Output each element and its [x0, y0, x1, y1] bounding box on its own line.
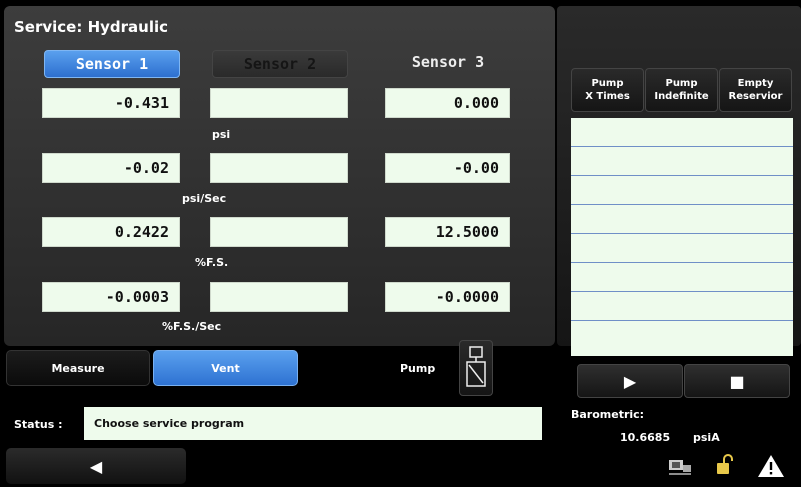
list-item[interactable] — [571, 205, 793, 234]
unit-label-psi-sec: psi/Sec — [182, 192, 227, 205]
pump-toggle[interactable] — [459, 340, 493, 396]
barometric-label: Barometric: — [571, 408, 645, 421]
unit-label-fs: %F.S. — [195, 256, 229, 269]
sensor3-fs-value: 12.5000 — [385, 217, 510, 247]
list-item[interactable] — [571, 263, 793, 292]
tab-sensor-2[interactable]: Sensor 2 — [212, 50, 348, 78]
sensor1-fs-rate-value: -0.0003 — [42, 282, 180, 312]
play-icon: ▶ — [623, 371, 637, 391]
page-title: Service: Hydraulic — [14, 18, 169, 36]
list-item[interactable] — [571, 147, 793, 176]
unit-label-psi: psi — [212, 128, 231, 141]
stop-icon: ■ — [729, 371, 745, 391]
list-item[interactable] — [571, 176, 793, 205]
pump-x-times-button[interactable]: Pump X Times — [571, 68, 644, 112]
sensor3-pressure-value: 0.000 — [385, 88, 510, 118]
unlocked-icon[interactable] — [714, 454, 734, 476]
back-arrow-icon: ◀ — [89, 456, 103, 476]
status-label: Status : — [14, 418, 63, 431]
pump-indefinite-button[interactable]: Pump Indefinite — [645, 68, 718, 112]
list-item[interactable] — [571, 118, 793, 147]
pump-valve-icon — [466, 346, 486, 387]
list-item[interactable] — [571, 292, 793, 321]
play-button[interactable]: ▶ — [577, 364, 683, 398]
vent-button[interactable]: Vent — [153, 350, 298, 386]
sensor3-fs-rate-value: -0.0000 — [385, 282, 510, 312]
sensor2-rate-value — [210, 153, 348, 183]
barometric-unit: psiA — [693, 431, 720, 444]
sensor1-fs-value: 0.2422 — [42, 217, 180, 247]
barometric-value: 10.6685 — [620, 431, 671, 444]
tab-sensor-3[interactable]: Sensor 3 — [380, 48, 516, 76]
sensor2-fs-rate-value — [210, 282, 348, 312]
sensor2-pressure-value — [210, 88, 348, 118]
measure-button[interactable]: Measure — [6, 350, 150, 386]
warning-icon[interactable] — [757, 454, 785, 478]
sensor3-rate-value: -0.00 — [385, 153, 510, 183]
list-item[interactable] — [571, 234, 793, 263]
empty-reservoir-button[interactable]: Empty Reservior — [719, 68, 792, 112]
back-button[interactable]: ◀ — [6, 448, 186, 484]
pump-program-list[interactable] — [571, 118, 793, 356]
tab-sensor-1[interactable]: Sensor 1 — [44, 50, 180, 78]
network-icon[interactable] — [668, 456, 692, 476]
pump-label: Pump — [400, 362, 436, 375]
status-message: Choose service program — [84, 407, 542, 440]
sensor1-pressure-value: -0.431 — [42, 88, 180, 118]
sensor2-fs-value — [210, 217, 348, 247]
sensor1-rate-value: -0.02 — [42, 153, 180, 183]
stop-button[interactable]: ■ — [684, 364, 790, 398]
unit-label-fs-sec: %F.S./Sec — [162, 320, 222, 333]
